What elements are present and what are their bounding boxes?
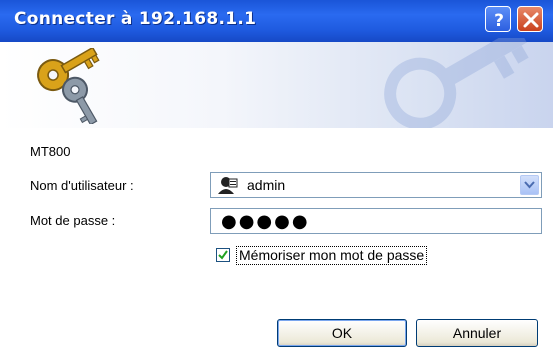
username-combobox[interactable]: admin (210, 172, 542, 198)
title-bar: Connecter à 192.168.1.1 ? (0, 0, 553, 42)
svg-text:?: ? (494, 11, 504, 31)
password-field[interactable]: ●●●●● (210, 208, 542, 234)
dropdown-button[interactable] (520, 175, 539, 195)
close-icon (523, 12, 539, 28)
username-label: Nom d'utilisateur : (30, 178, 134, 193)
password-value: ●●●●● (221, 211, 310, 232)
help-button[interactable]: ? (485, 6, 511, 32)
window-title: Connecter à 192.168.1.1 (14, 9, 257, 29)
chevron-down-icon (524, 181, 535, 189)
close-button[interactable] (517, 6, 543, 32)
dialog-banner (0, 38, 553, 130)
remember-checkbox[interactable] (216, 248, 230, 262)
password-label: Mot de passe : (30, 213, 116, 228)
remember-password-option[interactable]: Mémoriser mon mot de passe (216, 246, 478, 266)
keys-icon (37, 48, 100, 124)
remember-label: Mémoriser mon mot de passe (236, 246, 428, 265)
keys-watermark-icon (384, 38, 529, 130)
ok-button[interactable]: OK (277, 319, 407, 347)
cancel-button[interactable]: Annuler (416, 319, 538, 347)
user-icon (218, 177, 238, 194)
realm-label: MT800 (30, 144, 71, 159)
username-value: admin (247, 177, 286, 193)
checkmark-icon (218, 250, 228, 260)
help-icon: ? (494, 11, 504, 31)
